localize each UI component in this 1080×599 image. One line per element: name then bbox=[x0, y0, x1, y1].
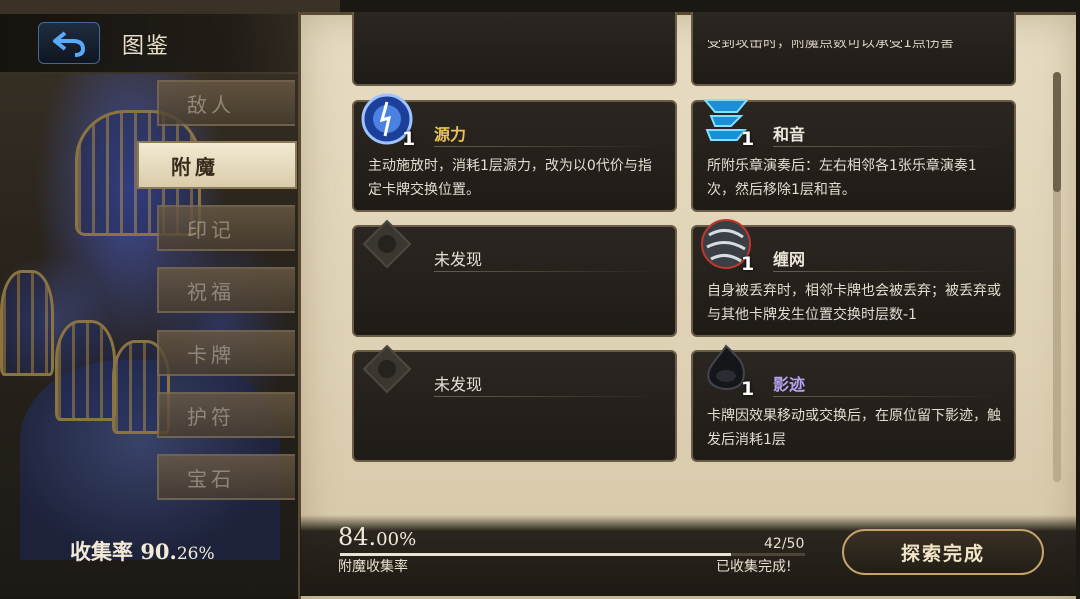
undiscovered-icon bbox=[362, 219, 412, 269]
birdcage-decor bbox=[55, 320, 116, 421]
birdcage-decor bbox=[0, 270, 54, 376]
card-count: 1 bbox=[741, 128, 755, 150]
enchant-card[interactable]: 1 和音 所附乐章演奏后：左右相邻各1张乐章演奏1次，然后移除1层和音。 bbox=[691, 99, 1016, 212]
nav-tab-marks[interactable]: 印记 bbox=[157, 205, 295, 251]
nav-tab-amulets[interactable]: 护符 bbox=[157, 392, 295, 438]
nav-tab-cards[interactable]: 卡牌 bbox=[157, 330, 295, 376]
card-count: 1 bbox=[402, 128, 416, 150]
collection-rate-dec: 26% bbox=[176, 544, 215, 564]
divider bbox=[434, 146, 661, 147]
card-name: 缠网 bbox=[773, 250, 806, 269]
card-count: 1 bbox=[741, 378, 755, 400]
divider bbox=[434, 271, 661, 272]
card-desc: 所附乐章演奏后：左右相邻各1张乐章演奏1次，然后移除1层和音。 bbox=[707, 158, 977, 198]
back-button[interactable] bbox=[38, 22, 100, 64]
card-desc: 卡牌因效果移动或交换后，在原位留下影迹，触发后消耗1层 bbox=[707, 408, 1001, 448]
enchant-card[interactable]: 1 缠网 自身被丢弃时，相邻卡牌也会被丢弃；被丢弃或与其他卡牌发生位置交换时层数… bbox=[691, 219, 1016, 337]
card-name: 源力 bbox=[434, 125, 467, 144]
nav-tab-gems[interactable]: 宝石 bbox=[157, 454, 295, 500]
enchant-card[interactable]: 1 源力 主动施放时，消耗1层源力，改为以0代价与指定卡牌交换位置。 bbox=[352, 93, 677, 212]
divider bbox=[434, 396, 661, 397]
progress-percent-dec: 00% bbox=[376, 529, 417, 550]
enchant-card-locked[interactable]: 未发现 bbox=[352, 344, 677, 462]
undiscovered-icon bbox=[362, 344, 412, 394]
card-desc: 自身被丢弃时，相邻卡牌也会被丢弃；被丢弃或与其他卡牌发生位置交换时层数-1 bbox=[707, 283, 1001, 323]
page-title: 图鉴 bbox=[122, 34, 171, 59]
scrollbar-thumb[interactable] bbox=[1053, 72, 1061, 192]
enchant-card-partial[interactable]: 受到攻击时，附魔点数可以承受1点伤害 bbox=[691, 12, 1016, 86]
progress-count: 42/50 bbox=[764, 536, 805, 552]
divider bbox=[773, 396, 1000, 397]
enchant-card-partial[interactable] bbox=[352, 12, 677, 86]
card-desc: 主动施放时，消耗1层源力，改为以0代价与指定卡牌交换位置。 bbox=[368, 158, 652, 198]
progress-percent: 84.00% bbox=[338, 523, 416, 551]
divider bbox=[773, 271, 1000, 272]
progress-label: 附魔收集率 bbox=[338, 559, 408, 575]
progress-status: 已收集完成! bbox=[716, 559, 792, 575]
card-name: 未发现 bbox=[434, 375, 483, 394]
nav-tab-enemies[interactable]: 敌人 bbox=[157, 80, 295, 126]
card-name: 影迹 bbox=[773, 375, 806, 394]
card-count: 1 bbox=[741, 253, 755, 275]
enchant-card[interactable]: 1 影迹 卡牌因效果移动或交换后，在原位留下影迹，触发后消耗1层 bbox=[691, 344, 1016, 462]
divider bbox=[773, 146, 1000, 147]
scrollbar[interactable] bbox=[1053, 72, 1061, 482]
nav-tab-enchant[interactable]: 附魔 bbox=[137, 141, 297, 189]
nav-tab-blessings[interactable]: 祝福 bbox=[157, 267, 295, 313]
back-arrow-icon bbox=[53, 31, 86, 57]
card-desc-partial: 受到攻击时，附魔点数可以承受1点伤害 bbox=[707, 35, 954, 51]
collection-rate-int: 90. bbox=[140, 539, 177, 564]
card-name: 未发现 bbox=[434, 250, 483, 269]
explore-complete-button[interactable]: 探索完成 bbox=[842, 529, 1044, 575]
progress-percent-int: 84. bbox=[338, 523, 377, 551]
collection-rate-label: 收集率 bbox=[70, 539, 133, 564]
collection-rate: 收集率 90.26% bbox=[70, 536, 215, 566]
enchant-card-locked[interactable]: 未发现 bbox=[352, 219, 677, 337]
card-name: 和音 bbox=[773, 125, 806, 144]
